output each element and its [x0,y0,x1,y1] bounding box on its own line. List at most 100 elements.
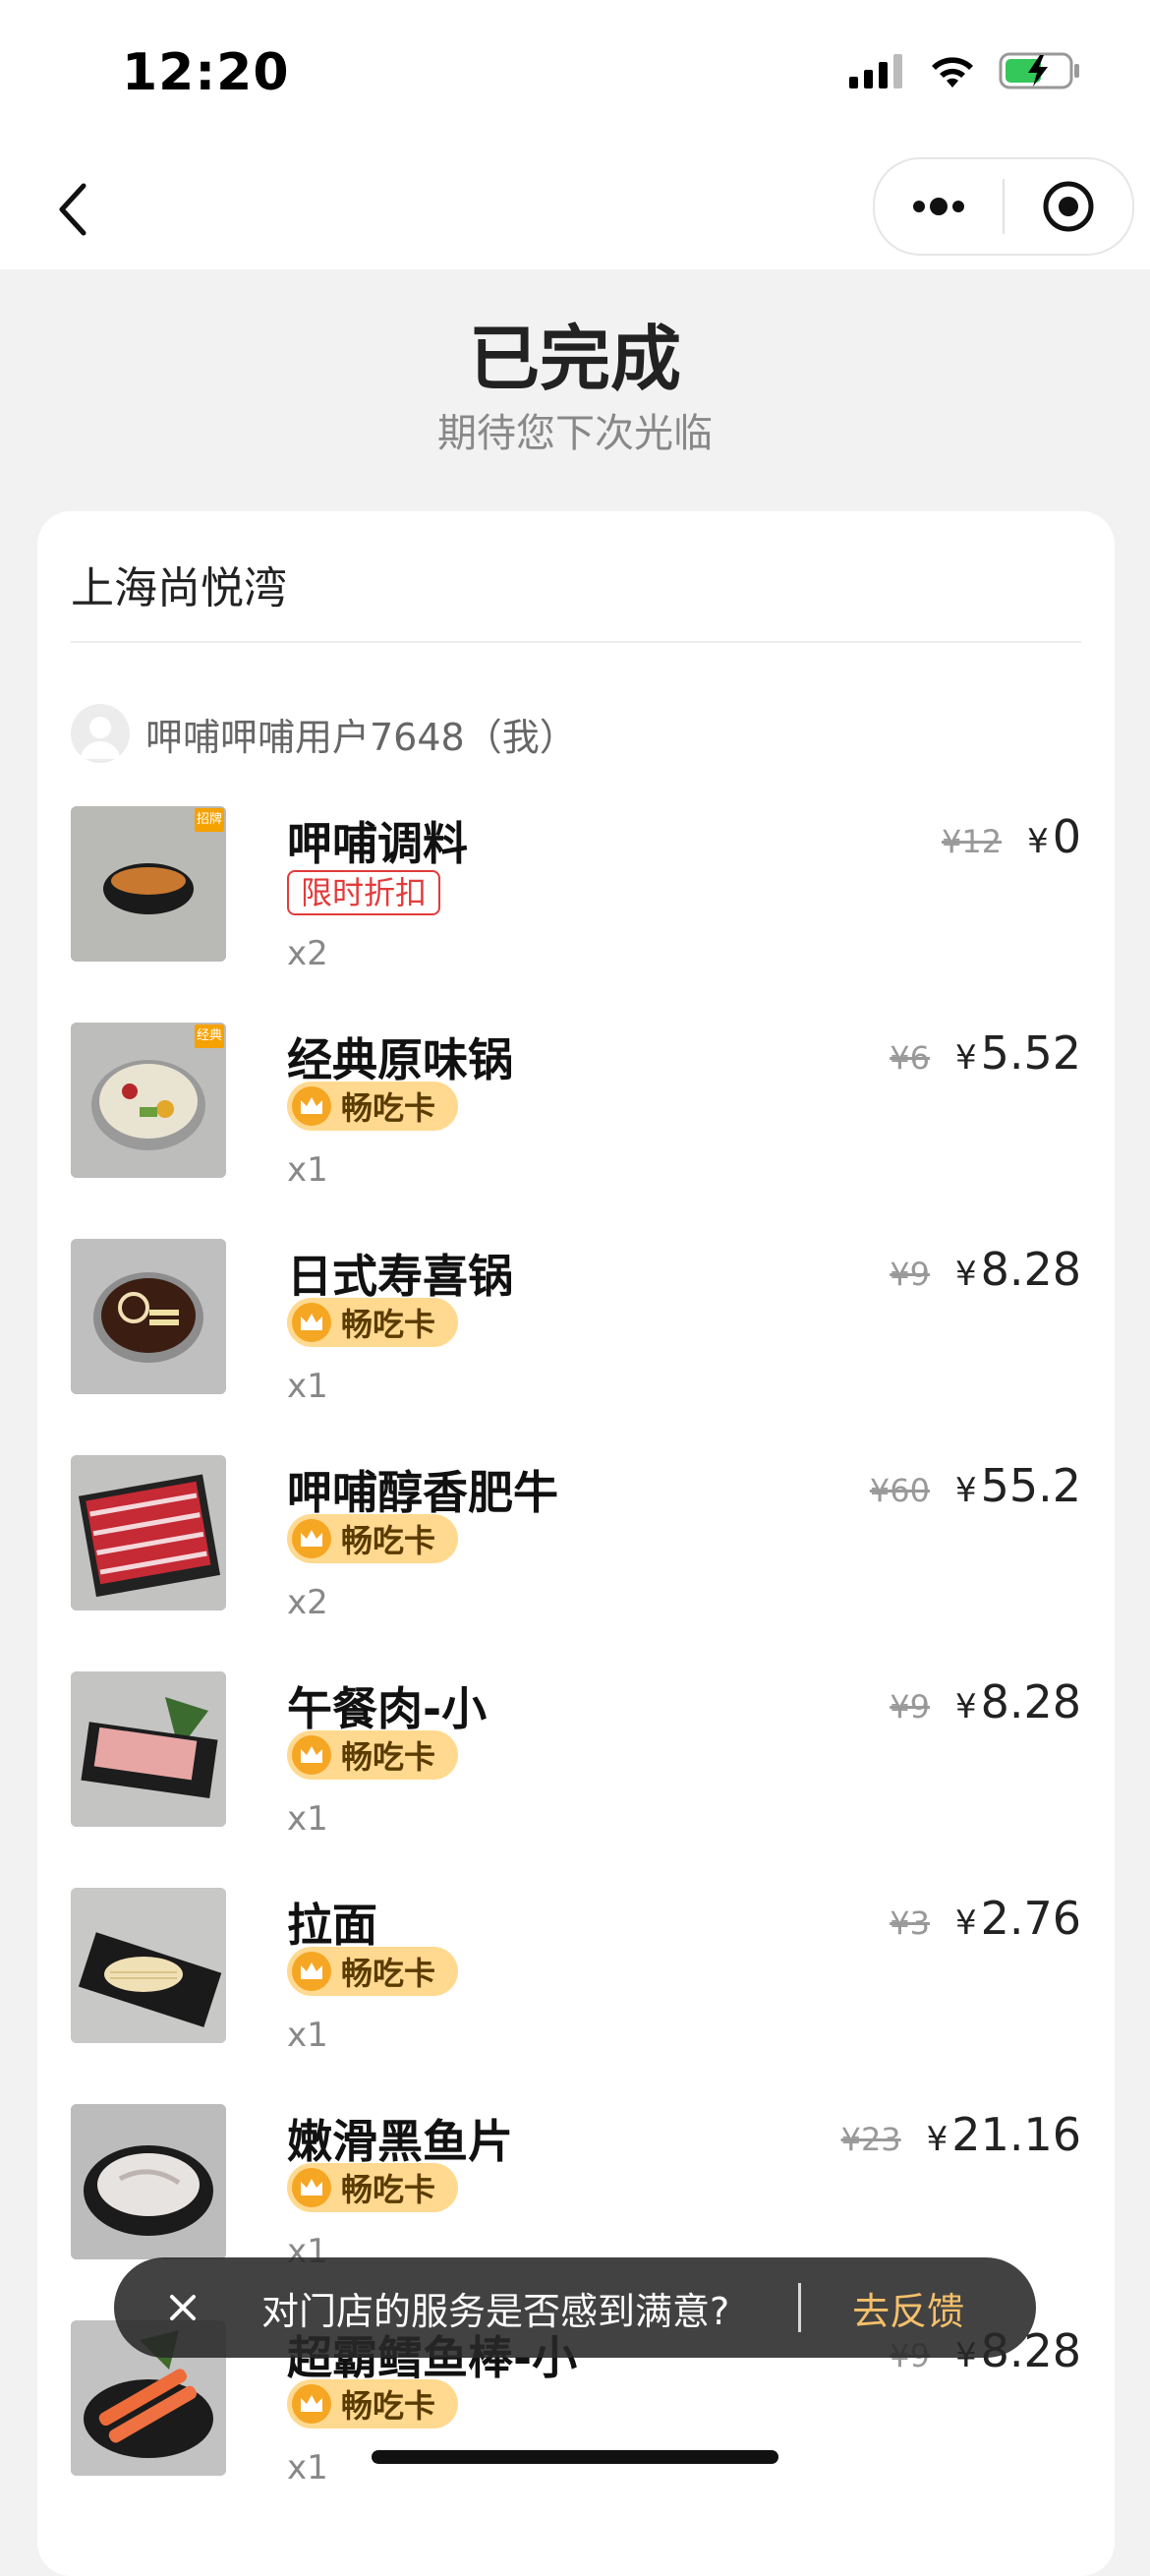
dish-image [71,1671,226,1827]
toast-divider [798,2283,802,2332]
item-name: 日式寿喜锅 [287,1250,513,1303]
toast-close-button[interactable] [153,2278,212,2337]
crown-icon [292,1303,331,1342]
membership-card-badge: 畅吃卡 [287,1298,458,1347]
dish-tag: 招牌 [195,808,224,832]
item-prices: ¥6 ¥5.52 [890,1026,1081,1080]
order-item[interactable]: 经典 经典原味锅 畅吃卡 x1 ¥6 ¥5.52 [71,1023,1081,1200]
price-value: 8.28 [980,1243,1081,1296]
feedback-link[interactable]: 去反馈 [852,2281,964,2335]
yen-symbol: ¥ [926,2120,949,2159]
user-icon [81,717,120,759]
price-value: 2.76 [980,1892,1081,1945]
crown-icon [292,1735,331,1775]
order-item[interactable]: 招牌 呷哺调料 限时折扣 x2 ¥12 ¥0 [71,806,1081,983]
wifi-icon [932,57,973,88]
chevron-left-icon [59,183,86,236]
badge-label: 畅吃卡 [341,2387,436,2425]
target-icon [1043,181,1094,232]
close-miniprogram-button[interactable] [1005,159,1132,254]
close-icon [170,2295,196,2320]
item-prices: ¥23 ¥21.16 [841,2108,1081,2161]
item-name: 经典原味锅 [287,1033,513,1086]
original-price: ¥60 [869,1472,930,1509]
item-quantity: x1 [287,2448,328,2488]
membership-card-badge: 畅吃卡 [287,2163,458,2212]
item-prices: ¥9 ¥8.28 [890,1243,1081,1296]
order-status-title: 已完成 [468,318,681,400]
original-price: ¥3 [890,1904,930,1942]
nav-bar [0,147,1150,269]
current-price: ¥5.52 [955,1026,1081,1080]
current-price: ¥0 [1027,810,1081,863]
dish-image [71,1239,226,1394]
yen-symbol: ¥ [954,1255,977,1294]
order-status-subtitle: 期待您下次光临 [437,411,713,456]
item-prices: ¥12 ¥0 [942,810,1081,863]
item-name: 拉面 [287,1899,377,1952]
yen-symbol: ¥ [954,1471,977,1510]
original-price: ¥23 [840,2121,901,2158]
item-prices: ¥3 ¥2.76 [890,1892,1081,1945]
item-name: 呷哺醇香肥牛 [287,1466,558,1519]
membership-card-badge: 畅吃卡 [287,1082,458,1131]
current-price: ¥8.28 [955,1243,1081,1296]
yen-symbol: ¥ [954,1038,977,1078]
home-indicator [372,2450,778,2464]
price-value: 0 [1052,810,1081,863]
avatar [71,704,130,763]
dish-tag: 经典 [195,1025,224,1048]
dish-image [71,2104,226,2259]
original-price: ¥9 [890,1256,930,1293]
original-price: ¥6 [890,1039,930,1077]
crown-icon [292,1952,331,1991]
item-prices: ¥9 ¥8.28 [890,1675,1081,1728]
dish-image: 招牌 [71,806,226,962]
original-price: ¥12 [942,823,1003,860]
current-price: ¥8.28 [955,1675,1081,1728]
item-prices: ¥60 ¥55.2 [870,1459,1081,1512]
dish-image: 经典 [71,1023,226,1178]
back-button[interactable] [39,175,108,244]
battery-charging-icon [999,52,1079,89]
dish-image [71,1888,226,2043]
order-item[interactable]: 呷哺醇香肥牛 畅吃卡 x2 ¥60 ¥55.2 [71,1455,1081,1632]
original-price: ¥9 [890,1688,930,1726]
order-item[interactable]: 拉面 畅吃卡 x1 ¥3 ¥2.76 [71,1888,1081,2065]
price-value: 21.16 [951,2108,1081,2161]
crown-icon [292,2168,331,2207]
item-quantity: x2 [287,934,328,973]
item-name: 嫩滑黑鱼片 [287,2115,513,2168]
current-price: ¥55.2 [955,1459,1081,1512]
item-name: 呷哺调料 [287,817,468,870]
item-quantity: x2 [287,1583,328,1622]
badge-label: 畅吃卡 [341,1955,436,1992]
yen-symbol: ¥ [954,1687,977,1727]
store-name[interactable]: 上海尚悦湾 [71,553,287,615]
crown-icon [292,1519,331,1558]
crown-icon [292,2384,331,2424]
feedback-toast: 对门店的服务是否感到满意? 去反馈 [114,2257,1036,2358]
store-divider [71,641,1081,643]
status-bar: 12:20 [0,0,1150,147]
current-price: ¥2.76 [955,1892,1081,1945]
dish-image [71,1455,226,1610]
more-button[interactable] [875,159,1003,254]
item-name: 午餐肉-小 [287,1682,488,1735]
signal-icon [849,54,902,88]
current-price: ¥21.16 [927,2108,1081,2161]
user-row: 呷哺呷哺用户7648（我） [71,704,577,763]
order-item[interactable]: 日式寿喜锅 畅吃卡 x1 ¥9 ¥8.28 [71,1239,1081,1416]
membership-card-badge: 畅吃卡 [287,1514,458,1563]
badge-label: 畅吃卡 [341,1089,436,1127]
order-item[interactable]: 嫩滑黑鱼片 畅吃卡 x1 ¥23 ¥21.16 [71,2104,1081,2281]
item-quantity: x1 [287,1367,328,1406]
item-quantity: x1 [287,2016,328,2055]
miniprogram-capsule [873,157,1134,256]
order-item[interactable]: 午餐肉-小 畅吃卡 x1 ¥9 ¥8.28 [71,1671,1081,1848]
status-time: 12:20 [122,43,290,102]
status-icons [847,51,1081,90]
yen-symbol: ¥ [1027,822,1049,861]
price-value: 5.52 [980,1026,1081,1080]
membership-card-badge: 畅吃卡 [287,2379,458,2429]
